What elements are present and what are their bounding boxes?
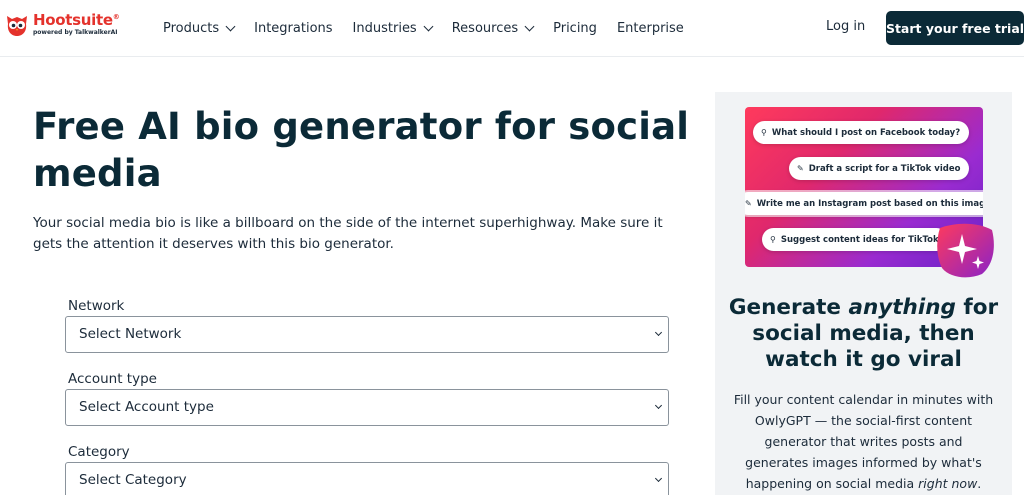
- chevron-down-icon: [423, 21, 434, 31]
- start-free-trial-button[interactable]: Start your free trial: [886, 11, 1024, 45]
- hootsuite-logo[interactable]: Hootsuite® powered by TalkwalkerAI: [4, 10, 134, 44]
- sparkle-icon: [937, 223, 994, 278]
- prompt-chip: ⚲ Suggest content ideas for TikTok: [762, 228, 948, 251]
- owlygpt-promo-panel: ⚲ What should I post on Facebook today? ✎…: [715, 92, 1012, 495]
- pencil-icon: ✎: [797, 164, 804, 173]
- nav-item-resources[interactable]: Resources: [452, 21, 535, 36]
- logo-wordmark: Hootsuite®: [33, 11, 120, 29]
- network-select-value: Select Network: [79, 326, 182, 342]
- category-select[interactable]: Select Category: [65, 462, 669, 495]
- login-link[interactable]: Log in: [826, 19, 865, 34]
- network-select[interactable]: Select Network: [65, 316, 669, 353]
- chevron-down-icon: [524, 21, 535, 31]
- owl-logo-icon: [7, 16, 27, 36]
- category-select-value: Select Category: [79, 472, 187, 488]
- lightbulb-icon: ⚲: [761, 128, 767, 137]
- chevron-down-icon: [654, 474, 663, 483]
- network-label: Network: [68, 298, 125, 314]
- account-type-select-value: Select Account type: [79, 399, 214, 415]
- nav-item-pricing[interactable]: Pricing: [553, 21, 597, 36]
- nav-item-integrations[interactable]: Integrations: [254, 21, 332, 36]
- account-type-label: Account type: [68, 371, 157, 387]
- prompt-chip: ✎ Write me an Instagram post based on thi…: [745, 192, 983, 215]
- chevron-down-icon: [654, 328, 663, 337]
- promo-title: Generate anything for social media, then…: [728, 295, 999, 372]
- pencil-icon: ✎: [745, 199, 752, 208]
- account-type-select[interactable]: Select Account type: [65, 389, 669, 426]
- nav-item-products[interactable]: Products: [163, 21, 236, 36]
- prompt-chip: ✎ Draft a script for a TikTok video: [789, 157, 970, 180]
- category-label: Category: [68, 444, 130, 460]
- page-description: Your social media bio is like a billboar…: [33, 215, 663, 252]
- site-header: Hootsuite® powered by TalkwalkerAI Produ…: [0, 0, 1024, 57]
- chevron-down-icon: [225, 21, 236, 31]
- page-title: Free AI bio generator for social media: [33, 105, 690, 195]
- promo-description: Fill your content calendar in minutes wi…: [733, 392, 994, 491]
- nav-item-enterprise[interactable]: Enterprise: [617, 21, 684, 36]
- bio-generator-form: Network Select Network Account type Sele…: [65, 296, 669, 495]
- logo-tagline: powered by TalkwalkerAI: [33, 29, 118, 36]
- lightbulb-icon: ⚲: [770, 235, 776, 244]
- main-nav: Products Integrations Industries Resourc…: [163, 18, 704, 38]
- nav-item-industries[interactable]: Industries: [353, 21, 434, 36]
- prompt-chip: ⚲ What should I post on Facebook today?: [753, 121, 970, 144]
- chevron-down-icon: [654, 401, 663, 410]
